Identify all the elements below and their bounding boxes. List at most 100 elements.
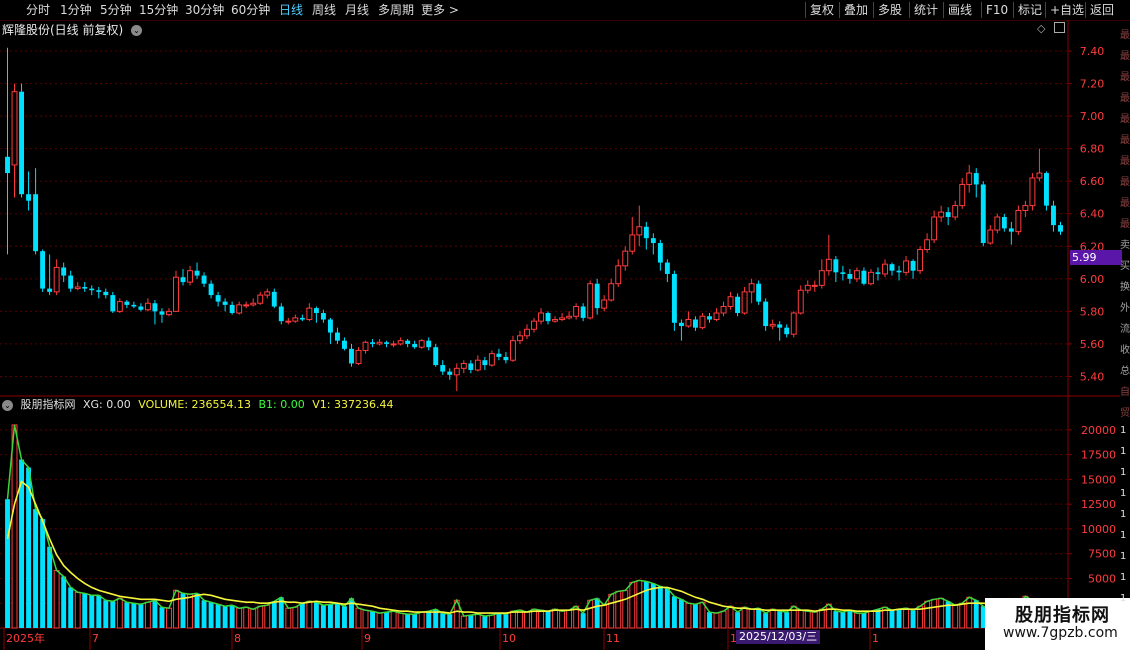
volume-bar-up	[636, 579, 643, 629]
volume-bar-down	[594, 598, 600, 628]
candle-body-down	[194, 270, 200, 276]
candle-body-down	[945, 212, 951, 217]
candle-body-down	[643, 226, 649, 239]
candle-body-down	[910, 260, 916, 271]
volume-bar-up	[952, 604, 959, 629]
candle-body-down	[342, 340, 347, 349]
restore-window-icon[interactable]	[1054, 22, 1065, 33]
volume-bar-down	[643, 581, 649, 628]
volume-bar-up	[741, 606, 748, 629]
volume-bar-up	[390, 610, 397, 629]
candle-body-down	[222, 301, 228, 305]
candle-body-up	[853, 270, 860, 280]
volume-axis-label: 10000	[1081, 523, 1116, 536]
candle-body-down	[426, 340, 432, 348]
volume-bar-up	[552, 608, 559, 629]
candle-body-up	[1036, 172, 1043, 179]
indicator-header: ⌄ 股朋指标网 XG: 0.00 VOLUME: 236554.13 B1: 0…	[2, 397, 393, 413]
candle-body-down	[594, 283, 600, 309]
chevron-down-icon[interactable]: ⌄	[2, 399, 13, 411]
candle-body-up	[517, 335, 523, 342]
candle-body-down	[678, 322, 684, 327]
volume-bar-up	[966, 596, 973, 629]
volume-bar-down	[271, 601, 277, 628]
candle-body-up	[699, 315, 706, 329]
candle-body-up	[460, 362, 467, 369]
candle-body-up	[587, 283, 594, 319]
candle-body-down	[33, 194, 39, 252]
volume-bar-up	[713, 612, 720, 629]
candle-body-down	[777, 324, 783, 328]
diamond-icon[interactable]: ◇	[1037, 22, 1045, 35]
indicator-name[interactable]: 股朋指标网	[21, 398, 76, 411]
candle-body-down	[349, 348, 354, 364]
current-price-tag: 5.99	[1070, 250, 1122, 265]
price-axis-label: 7.00	[1080, 110, 1105, 123]
candle-body-up	[601, 299, 608, 309]
date-axis-label: 7	[92, 632, 99, 645]
candle-body-up	[74, 286, 81, 290]
candle-body-up	[243, 304, 250, 307]
volume-bar-down	[707, 612, 712, 628]
candle-body-up	[292, 317, 299, 322]
candle-body-down	[313, 308, 319, 314]
candle-body-down	[440, 365, 446, 372]
volume-bar-down	[33, 509, 39, 628]
candle-body-down	[5, 156, 10, 174]
candle-body-up	[615, 265, 622, 285]
volume-bar-up	[243, 606, 250, 629]
candle-body-down	[1051, 205, 1056, 226]
indicator-volume: VOLUME: 236554.13	[138, 398, 252, 411]
volume-bar-down	[215, 604, 221, 628]
candle-body-up	[306, 307, 313, 321]
candle-body-down	[138, 306, 144, 310]
volume-bar-down	[103, 600, 109, 628]
volume-bar-up	[938, 597, 945, 629]
side-panel-label: 1	[1120, 551, 1127, 562]
candle-body-down	[980, 184, 986, 244]
volume-bar-up	[418, 611, 425, 629]
volume-bar-up	[559, 610, 566, 629]
volume-bar-down	[468, 615, 474, 628]
candle-body-up	[418, 340, 425, 348]
candle-body-down	[503, 356, 509, 361]
candle-body-down	[1001, 217, 1007, 229]
volume-bar-down	[201, 600, 207, 628]
volume-bar-down	[152, 600, 158, 628]
volume-axis-label: 7500	[1088, 548, 1116, 561]
volume-bar-down	[910, 610, 916, 628]
candle-body-up	[509, 340, 516, 361]
kline-chart: 7.407.207.006.806.606.406.206.005.805.60…	[0, 20, 1120, 650]
chevron-down-icon[interactable]: ⌄	[131, 25, 143, 36]
volume-bar-up	[285, 607, 292, 629]
volume-bar-down	[82, 593, 88, 628]
candle-body-up	[559, 317, 566, 321]
side-panel-label: 1	[1120, 425, 1127, 436]
side-panel-label: 外	[1120, 303, 1130, 314]
candle-body-up	[938, 211, 945, 218]
candle-body-down	[405, 340, 411, 344]
volume-bar-up	[804, 610, 811, 629]
candle-body-up	[257, 294, 264, 304]
volume-bar-up	[376, 612, 383, 629]
side-panel-label: 最	[1120, 219, 1130, 230]
volume-bar-up	[797, 609, 804, 629]
volume-bar-up	[622, 589, 629, 629]
candle-body-up	[917, 249, 924, 272]
volume-bar-down	[784, 612, 790, 628]
volume-bar-down	[229, 605, 235, 628]
price-axis-label: 6.60	[1080, 175, 1105, 188]
candle-body-down	[545, 313, 551, 322]
side-panel-label: 最	[1120, 177, 1130, 188]
candle-body-down	[334, 332, 340, 341]
candle-body-down	[229, 304, 235, 314]
volume-bar-down	[131, 603, 137, 628]
volume-bar-up	[292, 606, 299, 629]
price-axis-label: 6.40	[1080, 208, 1105, 221]
volume-bar-up	[488, 614, 495, 629]
candle-body-down	[208, 283, 214, 296]
side-panel-label: 买	[1120, 261, 1130, 272]
candle-body-up	[966, 172, 973, 185]
volume-bar-up	[11, 424, 18, 629]
volume-bar-up	[699, 601, 706, 629]
